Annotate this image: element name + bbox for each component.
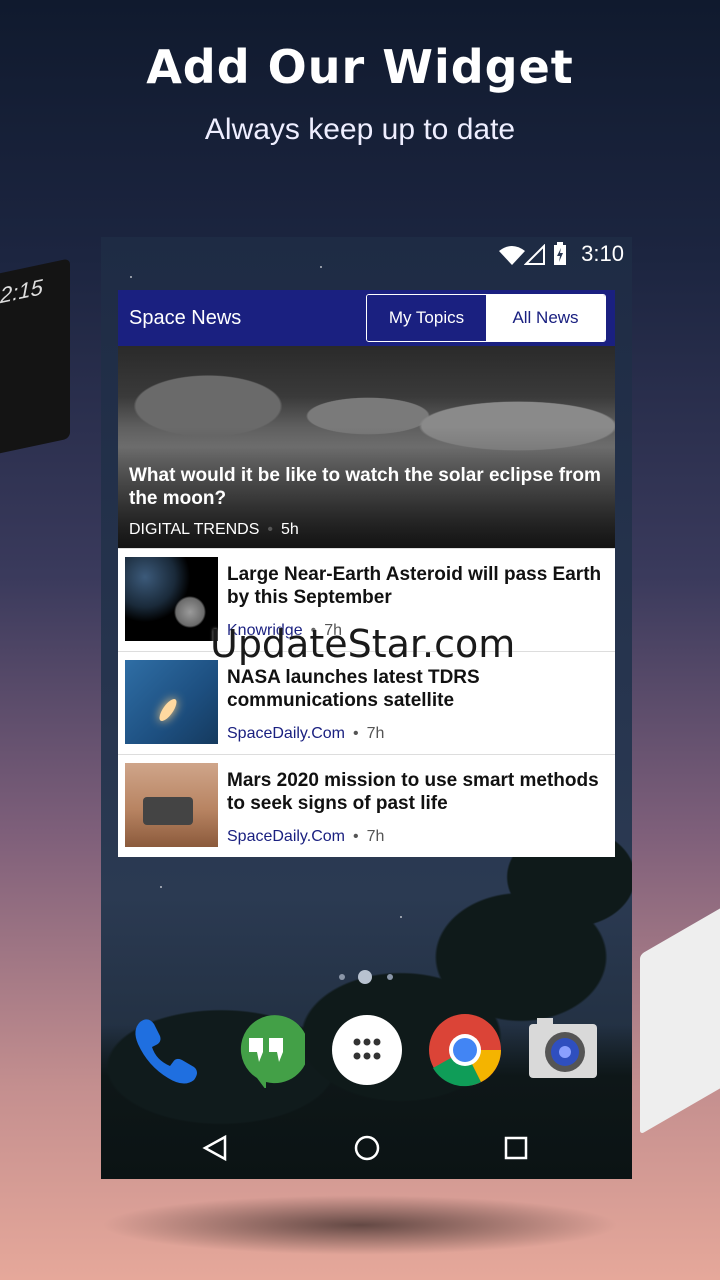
topic-tabs: My Topics All News	[366, 294, 606, 342]
phone-screen: 3:10 Space News My Topics All News What …	[101, 237, 632, 1179]
battery-charging-icon	[554, 242, 566, 265]
hero-title: What would it be like to watch the solar…	[129, 465, 601, 509]
hero-source: DIGITAL TRENDS	[129, 521, 260, 538]
list-item[interactable]: Mars 2020 mission to use smart methods t…	[118, 754, 615, 857]
page-dot	[387, 974, 393, 980]
list-item[interactable]: NASA launches latest TDRS communications…	[118, 651, 615, 754]
promo-subline: Always keep up to date	[204, 113, 516, 146]
phone-icon[interactable]	[128, 1012, 204, 1088]
news-title: Large Near-Earth Asteroid will pass Eart…	[227, 564, 602, 608]
page-dot	[339, 974, 345, 980]
meta-separator: •	[267, 521, 273, 538]
news-title: NASA launches latest TDRS communications…	[227, 667, 480, 711]
camera-icon[interactable]	[525, 1012, 601, 1088]
tab-all-news[interactable]: All News	[486, 295, 605, 341]
watermark: UpdateStar.com	[210, 622, 516, 666]
side-phone-right	[640, 885, 720, 1135]
news-source: SpaceDaily.Com	[227, 725, 345, 742]
app-drawer-icon[interactable]	[329, 1012, 405, 1088]
recents-icon[interactable]	[499, 1131, 533, 1165]
side-phone-left: 2:15	[0, 258, 70, 462]
news-thumbnail	[125, 660, 218, 744]
news-age: 7h	[366, 725, 385, 742]
promo-headline: Add Our Widget	[146, 40, 574, 94]
widget-title[interactable]: Space News	[129, 307, 241, 330]
news-source: SpaceDaily.Com	[227, 828, 345, 845]
space-news-widget: Space News My Topics All News What would…	[118, 290, 615, 857]
hero-meta: DIGITAL TRENDS • 5h	[129, 521, 299, 539]
tab-my-topics[interactable]: My Topics	[367, 295, 486, 341]
news-title: Mars 2020 mission to use smart methods t…	[227, 770, 599, 814]
hangouts-icon[interactable]	[229, 1012, 305, 1088]
home-icon[interactable]	[350, 1131, 384, 1165]
news-meta: SpaceDaily.Com • 7h	[227, 828, 384, 846]
wifi-icon	[499, 246, 525, 265]
page-indicator	[339, 970, 399, 984]
news-meta: SpaceDaily.Com • 7h	[227, 725, 384, 743]
status-time: 3:10	[581, 241, 624, 266]
app-dock	[101, 1012, 632, 1096]
hero-story[interactable]: What would it be like to watch the solar…	[118, 346, 615, 548]
navigation-bar	[101, 1117, 632, 1179]
hero-age: 5h	[281, 521, 299, 538]
widget-header: Space News My Topics All News	[118, 290, 615, 346]
news-thumbnail	[125, 763, 218, 847]
hero-image	[118, 346, 615, 548]
phone-shadow	[100, 1195, 620, 1255]
news-age: 7h	[366, 828, 385, 845]
status-bar: 3:10	[101, 237, 632, 273]
signal-icon	[524, 244, 545, 265]
news-thumbnail	[125, 557, 218, 641]
meta-separator: •	[352, 725, 359, 742]
back-icon[interactable]	[199, 1131, 233, 1165]
page-dot-active	[358, 970, 372, 984]
side-phone-clock: 2:15	[0, 274, 43, 309]
meta-separator: •	[352, 828, 359, 845]
chrome-icon[interactable]	[427, 1012, 503, 1088]
